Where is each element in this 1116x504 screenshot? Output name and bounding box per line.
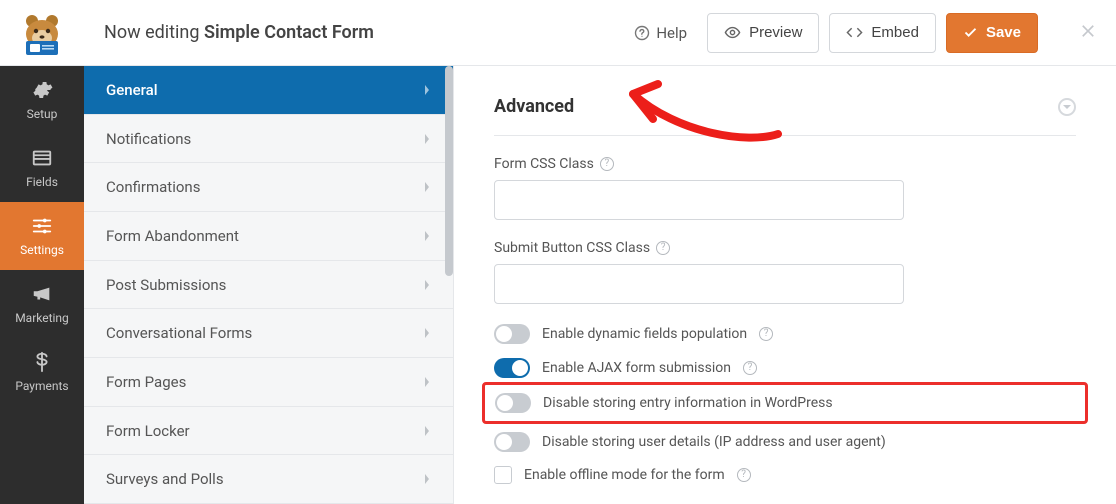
gear-icon: [31, 79, 53, 101]
settings-menu: General Notifications Confirmations Form…: [84, 66, 454, 504]
help-link[interactable]: Help: [624, 16, 697, 50]
settings-scrollbar[interactable]: [445, 66, 453, 276]
settings-item-surveys[interactable]: Surveys and Polls: [84, 455, 453, 504]
settings-item-post-submissions[interactable]: Post Submissions: [84, 261, 453, 310]
help-tooltip-icon[interactable]: ?: [656, 241, 670, 255]
help-tooltip-icon[interactable]: ?: [600, 157, 614, 171]
form-css-label: Form CSS Class ?: [494, 156, 1076, 172]
settings-item-form-pages[interactable]: Form Pages: [84, 358, 453, 407]
annotation-highlight: Disable storing entry information in Wor…: [482, 382, 1088, 424]
form-name: Simple Contact Form: [204, 22, 374, 43]
toggle-ajax-row: Enable AJAX form submission ?: [494, 358, 1076, 378]
preview-button[interactable]: Preview: [707, 13, 819, 53]
chevron-right-icon: [423, 181, 431, 193]
top-bar: Now editing Simple Contact Form Help Pre…: [0, 0, 1116, 66]
chevron-down-icon: [1062, 102, 1072, 112]
chevron-right-icon: [423, 327, 431, 339]
collapse-toggle[interactable]: [1058, 98, 1076, 116]
check-icon: [963, 25, 978, 40]
help-circle-icon: [634, 25, 650, 41]
chevron-right-icon: [423, 425, 431, 437]
toggle-disable-entry-row: Disable storing entry information in Wor…: [495, 393, 1075, 413]
settings-item-confirmations[interactable]: Confirmations: [84, 163, 453, 212]
advanced-section-header[interactable]: Advanced: [494, 96, 1076, 136]
sliders-icon: [31, 215, 53, 237]
save-button[interactable]: Save: [946, 13, 1038, 53]
left-rail: Setup Fields Settings Marketing Payments: [0, 66, 84, 504]
settings-item-form-locker[interactable]: Form Locker: [84, 407, 453, 456]
rail-setup[interactable]: Setup: [0, 66, 84, 134]
settings-item-general[interactable]: General: [84, 66, 453, 115]
chevron-right-icon: [423, 279, 431, 291]
submit-css-input[interactable]: [494, 264, 904, 304]
settings-item-abandonment[interactable]: Form Abandonment: [84, 212, 453, 261]
code-icon: [846, 24, 863, 41]
settings-item-conversational[interactable]: Conversational Forms: [84, 309, 453, 358]
chevron-right-icon: [423, 133, 431, 145]
rail-settings[interactable]: Settings: [0, 202, 84, 270]
bear-logo-icon: [20, 11, 64, 55]
settings-panel: Advanced Form CSS Class ? Submit Button …: [454, 66, 1116, 504]
help-tooltip-icon[interactable]: ?: [759, 327, 773, 341]
submit-css-label: Submit Button CSS Class ?: [494, 240, 1076, 256]
dollar-icon: [31, 351, 53, 373]
editing-prefix: Now editing: [104, 22, 204, 43]
advanced-title: Advanced: [494, 96, 574, 117]
fields-icon: [31, 147, 53, 169]
settings-item-notifications[interactable]: Notifications: [84, 115, 453, 164]
chevron-right-icon: [423, 230, 431, 242]
toggle-disable-entry[interactable]: [495, 393, 531, 413]
form-css-input[interactable]: [494, 180, 904, 220]
toggle-ajax[interactable]: [494, 358, 530, 378]
toggle-dynamic-fields[interactable]: [494, 324, 530, 344]
offline-mode-row: Enable offline mode for the form ?: [494, 466, 1076, 484]
editing-title: Now editing Simple Contact Form: [104, 22, 624, 43]
embed-button[interactable]: Embed: [829, 13, 936, 53]
bullhorn-icon: [31, 283, 53, 305]
rail-fields[interactable]: Fields: [0, 134, 84, 202]
chevron-right-icon: [423, 376, 431, 388]
close-icon: [1078, 21, 1098, 41]
rail-payments[interactable]: Payments: [0, 338, 84, 406]
offline-mode-checkbox[interactable]: [494, 466, 512, 484]
eye-icon: [724, 24, 741, 41]
help-tooltip-icon[interactable]: ?: [737, 468, 751, 482]
toggle-disable-user[interactable]: [494, 432, 530, 452]
chevron-right-icon: [423, 473, 431, 485]
toggle-disable-user-row: Disable storing user details (IP address…: [494, 432, 1076, 452]
chevron-right-icon: [423, 84, 431, 96]
rail-marketing[interactable]: Marketing: [0, 270, 84, 338]
close-builder-button[interactable]: [1078, 21, 1098, 45]
toggle-dynamic-fields-row: Enable dynamic fields population ?: [494, 324, 1076, 344]
app-logo: [0, 11, 84, 55]
help-tooltip-icon[interactable]: ?: [743, 361, 757, 375]
